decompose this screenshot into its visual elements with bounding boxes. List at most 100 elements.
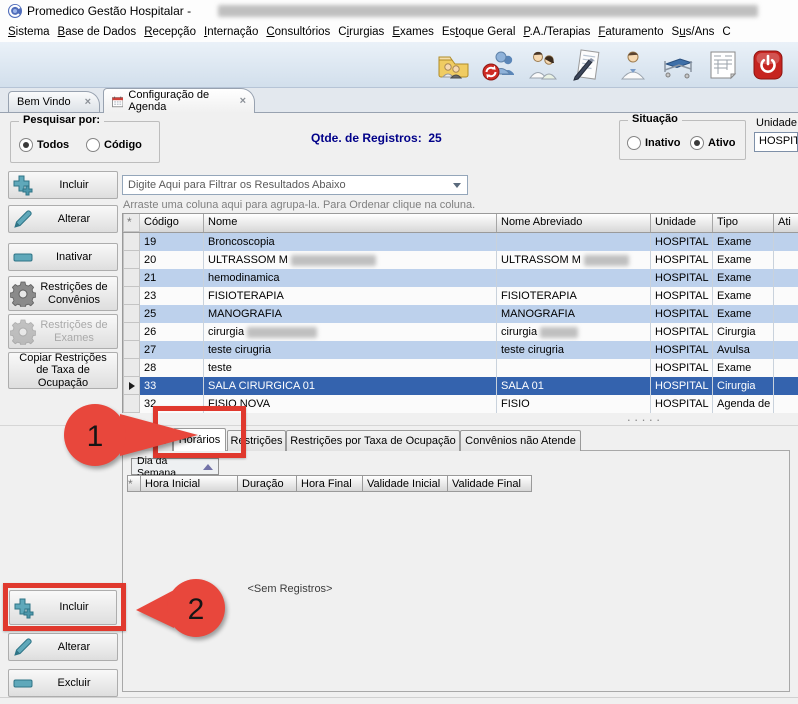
power-icon[interactable] [750, 47, 786, 83]
column-header-ativo[interactable]: Ati [774, 214, 798, 232]
column-header-hora-inicial[interactable]: Hora Inicial [141, 475, 238, 492]
copiar-restricoes-button[interactable]: Copiar Restrições de Taxa de Ocupação [8, 352, 118, 389]
row-selector[interactable] [123, 323, 140, 341]
menu-item-consultorios[interactable]: Consultórios [262, 26, 334, 38]
hospital-bed-icon[interactable] [660, 47, 696, 83]
tab-bem-vindo[interactable]: Bem Vindo × [8, 91, 100, 112]
bottom-tab-4[interactable]: Restrições por Taxa de Ocupação [286, 430, 460, 451]
table-row[interactable]: 33SALA CIRURGICA 01SALA 01HOSPITALCirurg… [123, 377, 798, 395]
menu-item-exames[interactable]: Exames [388, 26, 438, 38]
cell-tipo: Exame [713, 359, 774, 377]
prescription-icon[interactable] [570, 47, 606, 83]
radio-ativo[interactable]: Ativo [690, 136, 736, 150]
cell-ativo [774, 323, 798, 341]
column-header-codigo[interactable]: Código [140, 214, 204, 232]
sort-asc-icon [203, 464, 213, 470]
menu-item-sistema[interactable]: Sistema [4, 26, 54, 38]
cell-ativo [774, 251, 798, 269]
menu-item-config-trunc[interactable]: C [718, 26, 734, 38]
cell-ativo [774, 233, 798, 251]
menu-item-faturamento[interactable]: Faturamento [594, 26, 667, 38]
row-selector[interactable] [123, 341, 140, 359]
radio-icon [86, 138, 100, 152]
cell-tipo: Exame [713, 251, 774, 269]
radio-icon [690, 136, 704, 150]
cell-unidade: HOSPITAL [651, 269, 713, 287]
row-selector[interactable] [123, 377, 140, 395]
cell-codigo: 21 [140, 269, 204, 287]
menu-item-sus-ans[interactable]: Sus/Ans [668, 26, 719, 38]
situacao-group: Situação Inativo Ativo [619, 120, 746, 160]
close-icon[interactable]: × [85, 96, 91, 108]
cell-ativo [774, 287, 798, 305]
bottom-divider [0, 697, 798, 698]
column-header-validade-inicial[interactable]: Validade Inicial [363, 475, 448, 492]
doctor-icon[interactable] [615, 47, 651, 83]
unidade-field[interactable]: HOSPITAL [754, 132, 798, 152]
column-header-validade-final[interactable]: Validade Final [448, 475, 532, 492]
pesquisar-por-group: Pesquisar por: Todos Código [10, 121, 160, 163]
table-row[interactable]: 26cirurgiacirurgiaHOSPITALCirurgia [123, 323, 798, 341]
column-header-nome-abreviado[interactable]: Nome Abreviado [497, 214, 651, 232]
table-row[interactable]: 20ULTRASSOM MULTRASSOM MHOSPITALExame [123, 251, 798, 269]
filter-combobox[interactable]: Digite Aqui para Filtrar os Resultados A… [122, 175, 468, 195]
row-selector[interactable] [123, 251, 140, 269]
table-row[interactable]: 19BroncoscopiaHOSPITALExame [123, 233, 798, 251]
bottom-tab-5[interactable]: Convênios não Atende [460, 430, 581, 451]
splitter-handle[interactable]: ····· [610, 416, 680, 424]
cell-unidade: HOSPITAL [651, 377, 713, 395]
restricoes-convenios-button[interactable]: Restrições de Convênios [8, 276, 118, 311]
cell-unidade: HOSPITAL [651, 233, 713, 251]
row-selector[interactable] [123, 233, 140, 251]
menu-item-recepcao[interactable]: Recepção [140, 26, 200, 38]
column-header-unidade[interactable]: Unidade [651, 214, 713, 232]
menu-item-internacao[interactable]: Internação [200, 26, 262, 38]
add-icon [9, 174, 37, 196]
radio-inativo[interactable]: Inativo [627, 136, 680, 150]
cell-nome-abreviado: MANOGRAFIA [497, 305, 651, 323]
row-selector[interactable] [123, 287, 140, 305]
column-header-nome[interactable]: Nome [204, 214, 497, 232]
alterar-button[interactable]: Alterar [8, 205, 118, 233]
row-selector[interactable] [123, 305, 140, 323]
cell-ativo [774, 359, 798, 377]
medical-team-icon[interactable] [525, 47, 561, 83]
row-selector[interactable] [123, 359, 140, 377]
excluir-horario-button[interactable]: Excluir [8, 669, 118, 697]
column-header-duracao[interactable]: Duração [238, 475, 297, 492]
row-selector[interactable] [123, 269, 140, 287]
cell-ativo [774, 395, 798, 413]
annotation-step-2: 2 [122, 578, 234, 640]
table-row[interactable]: 27teste cirugriateste cirugriaHOSPITALAv… [123, 341, 798, 359]
cell-nome-abreviado: FISIOTERAPIA [497, 287, 651, 305]
radio-todos[interactable]: Todos [19, 138, 69, 152]
cell-nome-abreviado [497, 359, 651, 377]
app-window: Promedico Gestão Hospitalar - SistemaBas… [0, 0, 798, 704]
cell-codigo: 28 [140, 359, 204, 377]
table-row[interactable]: 28testeHOSPITALExame [123, 359, 798, 377]
table-row[interactable]: 21hemodinamicaHOSPITALExame [123, 269, 798, 287]
restricoes-exames-button[interactable]: Restrições de Exames [8, 314, 118, 349]
alterar-horario-button[interactable]: Alterar [8, 633, 118, 661]
table-row[interactable]: 25MANOGRAFIAMANOGRAFIAHOSPITALExame [123, 305, 798, 323]
unidade-label: Unidade [756, 117, 797, 129]
menu-item-base-de-dados[interactable]: Base de Dados [54, 26, 141, 38]
table-row[interactable]: 23FISIOTERAPIAFISIOTERAPIAHOSPITALExame [123, 287, 798, 305]
radio-icon [19, 138, 33, 152]
invoice-icon[interactable] [705, 47, 741, 83]
menu-item-estoque-geral[interactable]: Estoque Geral [438, 26, 520, 38]
cell-nome: hemodinamica [204, 269, 497, 287]
redacted-text [291, 255, 376, 266]
radio-codigo[interactable]: Código [86, 138, 142, 152]
menu-item-pa-terapias[interactable]: P.A./Terapias [519, 26, 594, 38]
tab-configuracao-agenda[interactable]: Configuração de Agenda × [103, 88, 255, 113]
patients-folder-icon[interactable] [435, 47, 471, 83]
column-header-tipo[interactable]: Tipo [713, 214, 774, 232]
inativar-button[interactable]: Inativar [8, 243, 118, 271]
close-icon[interactable]: × [240, 95, 246, 107]
incluir-button[interactable]: Incluir [8, 171, 118, 199]
selector-column-header: * [123, 214, 140, 232]
column-header-hora-final[interactable]: Hora Final [297, 475, 363, 492]
users-sync-icon[interactable] [480, 47, 516, 83]
menu-item-cirurgias[interactable]: Cirurgias [334, 26, 388, 38]
